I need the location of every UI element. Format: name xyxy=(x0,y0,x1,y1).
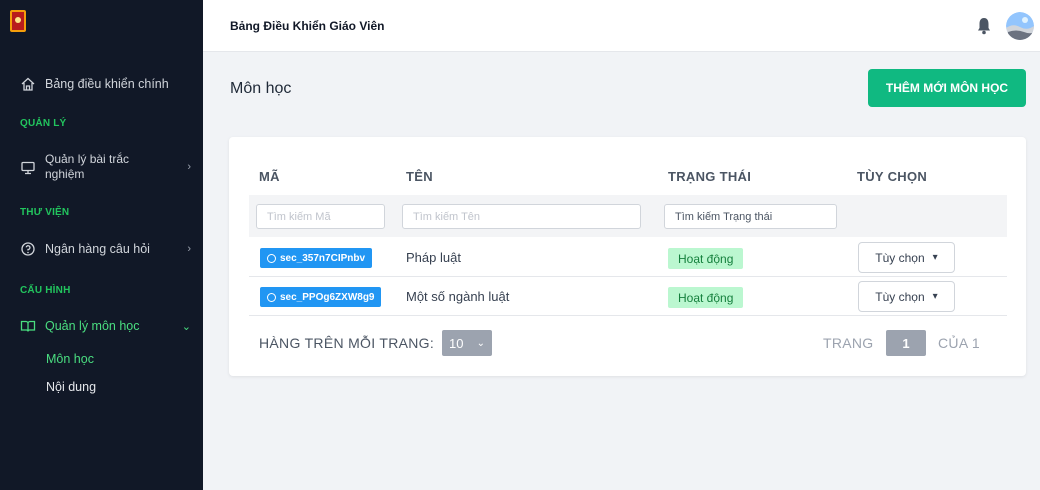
help-circle-icon xyxy=(21,242,35,256)
page-title: Môn học xyxy=(230,80,292,97)
sidebar-item-dashboard[interactable]: Bảng điều khiển chính xyxy=(20,76,191,92)
sidebar-subitem-subject[interactable]: Môn học xyxy=(46,352,94,366)
status-badge: Hoạt động xyxy=(668,248,744,269)
chevron-right-icon: › xyxy=(187,161,191,173)
sidebar-item-label: nghiệm xyxy=(45,167,85,181)
sidebar-item-label: Quản lý bài trắc xyxy=(45,152,130,166)
clip-icon xyxy=(267,253,276,263)
subject-name: Một số ngành luật xyxy=(406,289,510,304)
status-badge: Hoạt động xyxy=(668,287,744,308)
top-bar: Bảng Điều Khiển Giáo Viên xyxy=(203,0,1040,52)
page-total-label: CỦA 1 xyxy=(938,335,980,351)
rows-per-page-label: HÀNG TRÊN MỖI TRANG: xyxy=(259,335,435,351)
sidebar: Bảng điều khiển chính QUẢN LÝ Quản lý bà… xyxy=(0,0,203,490)
chevron-down-icon: ⌄ xyxy=(476,337,485,349)
code-badge[interactable]: sec_PPOg6ZXW8g9 xyxy=(260,287,382,307)
chevron-down-icon: ⌄ xyxy=(181,320,191,333)
table-row: sec_PPOg6ZXW8g9 Một số ngành luật Hoạt đ… xyxy=(249,277,1007,316)
search-code-input[interactable] xyxy=(256,204,385,229)
home-icon xyxy=(21,77,35,91)
avatar[interactable] xyxy=(1006,12,1034,40)
column-header-name[interactable]: TÊN xyxy=(406,169,433,184)
sidebar-item-label: Ngân hàng câu hỏi xyxy=(45,242,150,256)
code-badge[interactable]: sec_357n7CIPnbv xyxy=(260,248,373,268)
sidebar-item-question-bank[interactable]: Ngân hàng câu hỏi › xyxy=(20,241,191,257)
app-logo[interactable] xyxy=(10,10,26,32)
monitor-icon xyxy=(21,161,35,175)
sidebar-item-label: Bảng điều khiển chính xyxy=(45,77,169,91)
options-dropdown[interactable]: Tùy chọn ▾ xyxy=(858,242,955,273)
section-label-config: CẤU HÌNH xyxy=(20,285,71,296)
sidebar-item-quiz[interactable]: Quản lý bài trắc nghiệm › xyxy=(20,152,191,182)
column-header-status[interactable]: TRẠNG THÁI xyxy=(668,169,751,184)
search-name-input[interactable] xyxy=(402,204,641,229)
book-open-icon xyxy=(20,320,36,332)
page-label: TRANG xyxy=(823,335,874,351)
column-header-code[interactable]: MÃ xyxy=(259,169,280,184)
bell-icon[interactable] xyxy=(975,16,993,36)
clip-icon xyxy=(267,292,276,302)
search-status-input[interactable] xyxy=(664,204,837,229)
options-dropdown[interactable]: Tùy chọn ▾ xyxy=(858,281,955,312)
column-header-options: TÙY CHỌN xyxy=(857,169,928,184)
sidebar-subitem-content[interactable]: Nội dung xyxy=(46,380,96,394)
sidebar-item-subject-management[interactable]: Quản lý môn học ⌄ xyxy=(20,318,191,334)
subject-name: Pháp luật xyxy=(406,250,461,265)
rows-per-page-select[interactable]: 10 ⌄ xyxy=(442,330,492,356)
current-page-box[interactable]: 1 xyxy=(886,330,926,356)
table-row: sec_357n7CIPnbv Pháp luật Hoạt động Tùy … xyxy=(249,238,1007,277)
subjects-table-card: MÃ TÊN TRẠNG THÁI TÙY CHỌN sec_357n7CIPn… xyxy=(229,137,1026,376)
chevron-right-icon: › xyxy=(187,243,191,255)
chevron-down-icon: ▾ xyxy=(932,252,938,263)
top-bar-title: Bảng Điều Khiển Giáo Viên xyxy=(230,19,385,33)
filter-row xyxy=(249,195,1007,237)
add-subject-button[interactable]: THÊM MỚI MÔN HỌC xyxy=(868,69,1026,107)
chevron-down-icon: ▾ xyxy=(932,291,938,302)
section-label-library: THƯ VIỆN xyxy=(20,207,70,218)
sidebar-item-label: Quản lý môn học xyxy=(45,319,140,333)
section-label-manage: QUẢN LÝ xyxy=(20,118,67,129)
